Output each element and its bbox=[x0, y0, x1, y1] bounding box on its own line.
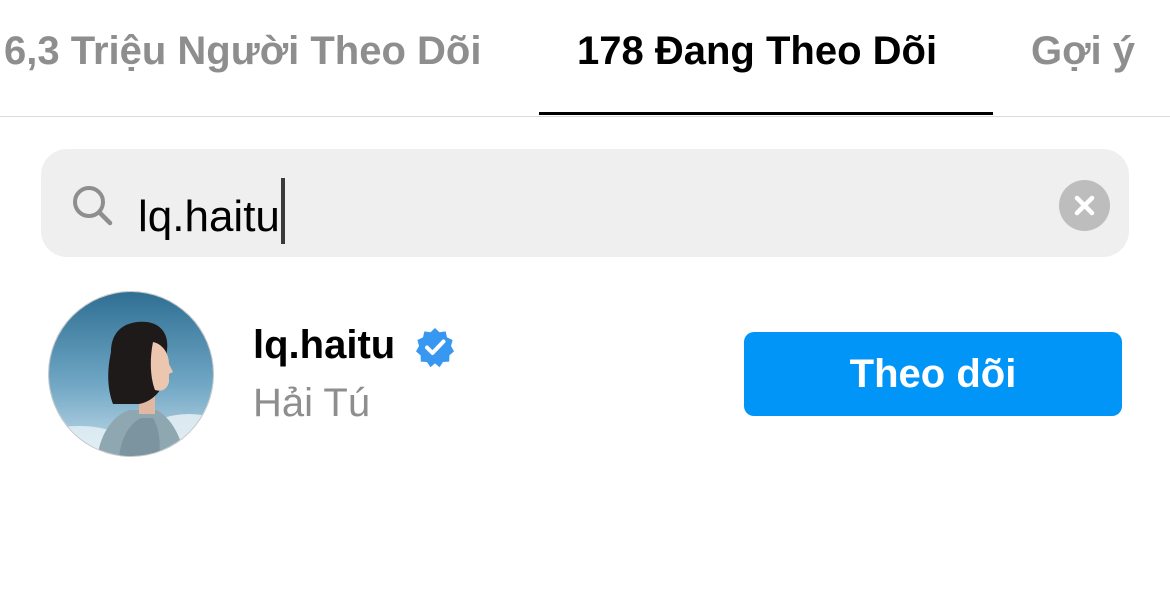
text-caret bbox=[280, 178, 285, 244]
tab-bar: 6,3 Triệu Người Theo Dõi 178 Đang Theo D… bbox=[0, 0, 1170, 117]
follow-button[interactable]: Theo dõi bbox=[744, 332, 1122, 416]
clear-search-button[interactable] bbox=[1059, 180, 1110, 231]
avatar[interactable] bbox=[48, 291, 214, 457]
search-input[interactable]: lq.haitu bbox=[138, 178, 285, 244]
tab-following[interactable]: 178 Đang Theo Dõi bbox=[577, 28, 937, 74]
verified-badge-icon bbox=[416, 328, 454, 368]
active-tab-indicator bbox=[539, 112, 993, 115]
search-icon bbox=[73, 186, 113, 226]
clear-icon bbox=[1074, 195, 1095, 216]
tab-followers[interactable]: 6,3 Triệu Người Theo Dõi bbox=[4, 28, 481, 74]
result-username[interactable]: lq.haitu bbox=[253, 322, 395, 368]
search-input-value: lq.haitu bbox=[138, 192, 280, 241]
result-full-name: Hải Tú bbox=[253, 381, 371, 425]
tab-suggested[interactable]: Gợi ý bbox=[1031, 28, 1135, 74]
